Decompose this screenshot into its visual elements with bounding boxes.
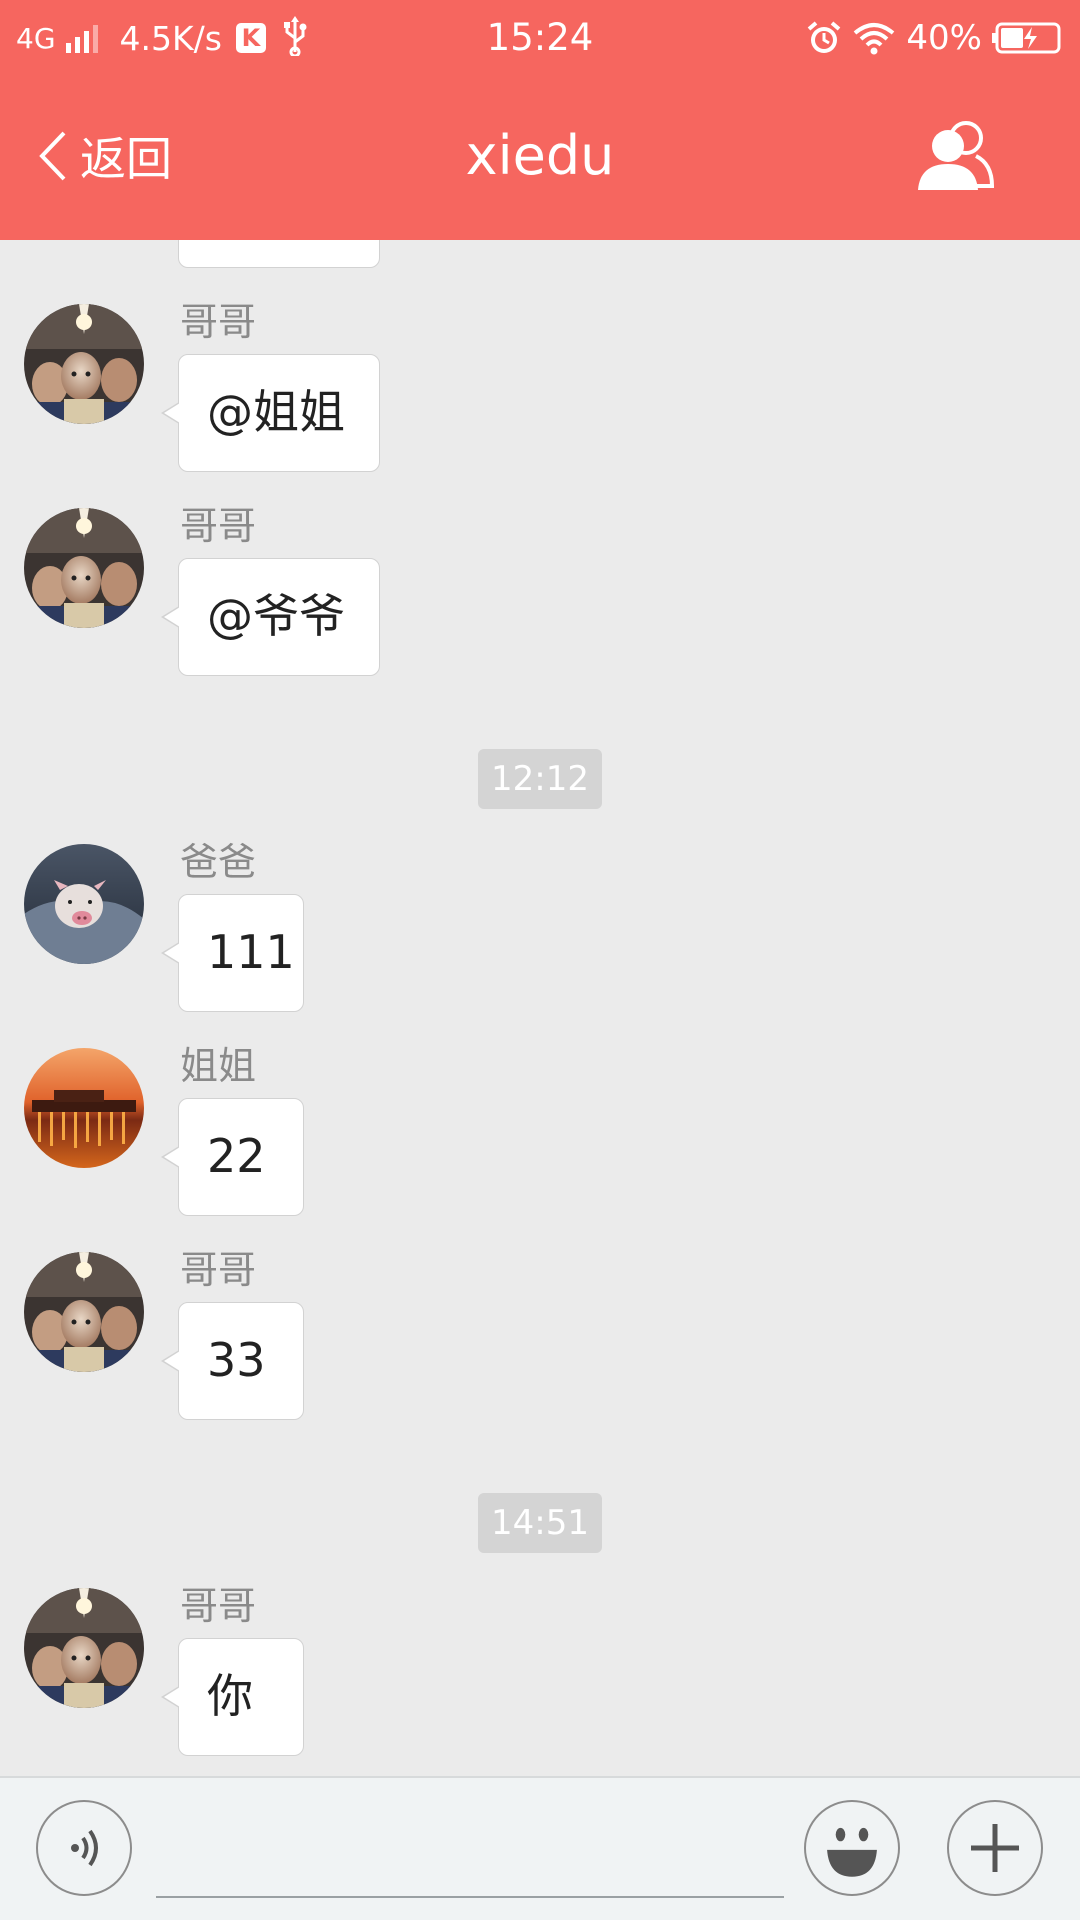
- alarm-icon: [806, 20, 842, 56]
- emoji-button[interactable]: [804, 1800, 900, 1896]
- avatar[interactable]: [24, 304, 144, 424]
- emoji-icon: [827, 1827, 877, 1877]
- more-button[interactable]: [947, 1800, 1043, 1896]
- message-bubble[interactable]: 111: [161, 894, 304, 1012]
- plus-icon: [971, 1824, 1019, 1872]
- message-bubble[interactable]: 33: [161, 1302, 304, 1420]
- battery-icon: [992, 21, 1066, 55]
- message-bubble[interactable]: @姐姐: [161, 354, 380, 472]
- sender-name: 哥哥: [180, 1248, 257, 1292]
- message-bubble-partial: [178, 240, 380, 268]
- avatar[interactable]: [24, 1588, 144, 1708]
- input-toolbar: [0, 1776, 1080, 1920]
- avatar[interactable]: [24, 1252, 144, 1372]
- voice-button[interactable]: [36, 1800, 132, 1896]
- sender-name: 姐姐: [180, 1044, 257, 1088]
- message-bubble[interactable]: @爷爷: [161, 558, 380, 676]
- voice-icon: [71, 1829, 98, 1867]
- message-bubble[interactable]: 22: [161, 1098, 304, 1216]
- avatar[interactable]: [24, 508, 144, 628]
- sender-name: 爸爸: [180, 840, 257, 884]
- wifi-icon: [852, 21, 896, 55]
- status-right: 40%: [806, 14, 1066, 62]
- battery-percent: 40%: [906, 18, 982, 58]
- sender-name: 哥哥: [180, 1584, 257, 1628]
- timestamp-badge: 14:51: [478, 1493, 602, 1553]
- avatar[interactable]: [24, 1048, 144, 1168]
- message-input[interactable]: [156, 1802, 784, 1898]
- sender-name: 哥哥: [180, 504, 257, 548]
- message-bubble[interactable]: 你: [161, 1638, 304, 1756]
- avatar[interactable]: [24, 844, 144, 964]
- sender-name: 哥哥: [180, 300, 257, 344]
- nav-bar: 返回 xiedu: [0, 74, 1080, 240]
- chat-list[interactable]: 哥哥 @姐姐 哥哥 @爷爷 12:12 爸爸 111 姐姐 22 哥哥 33 1…: [0, 240, 1080, 1776]
- status-bar: 4G 4.5K/s K 15:24 40%: [0, 0, 1080, 74]
- timestamp-badge: 12:12: [478, 749, 602, 809]
- group-members-button[interactable]: [916, 118, 995, 192]
- group-members-icon: [918, 121, 995, 190]
